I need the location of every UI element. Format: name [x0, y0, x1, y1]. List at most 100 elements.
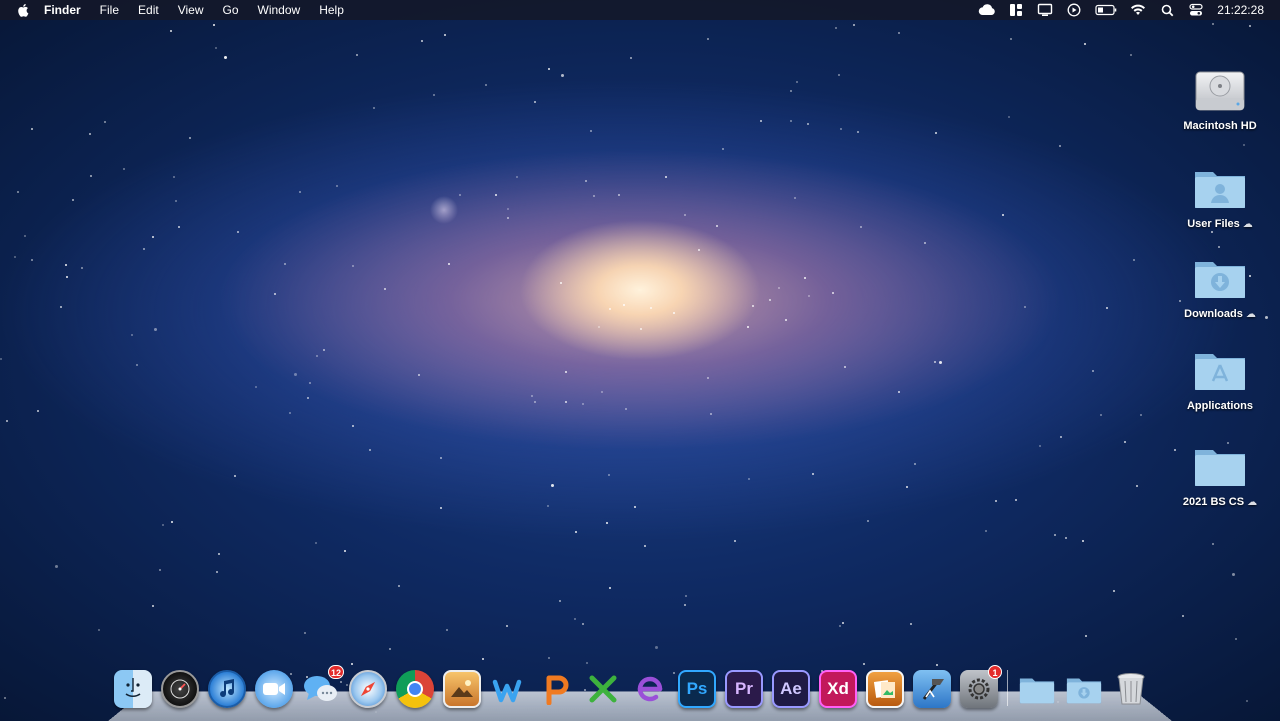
- dock-item-dashboard[interactable]: [159, 668, 201, 710]
- menu-bar: Finder File Edit View Go Window Help 21:…: [0, 0, 1280, 20]
- star: [440, 507, 442, 509]
- star: [66, 276, 68, 278]
- star: [582, 623, 584, 625]
- menu-file[interactable]: File: [100, 0, 119, 20]
- star: [1113, 590, 1115, 592]
- star: [835, 27, 837, 29]
- dock-item-adobe-xd[interactable]: Xd: [817, 668, 859, 710]
- desktop-icon-downloads[interactable]: Downloads ☁: [1160, 254, 1280, 320]
- star: [6, 420, 8, 422]
- star: [0, 358, 2, 360]
- star: [323, 349, 325, 351]
- icloud-icon[interactable]: [978, 3, 996, 17]
- display-icon[interactable]: [1036, 3, 1054, 17]
- play-icon[interactable]: [1065, 3, 1083, 17]
- menu-app-finder[interactable]: Finder: [44, 0, 81, 20]
- star: [299, 191, 301, 193]
- star: [507, 208, 509, 210]
- star: [1218, 246, 1220, 248]
- dock-item-messages[interactable]: 12: [300, 665, 344, 710]
- dock-item-itunes[interactable]: [206, 668, 248, 710]
- star: [812, 473, 814, 475]
- star: [574, 618, 576, 620]
- trash-icon: [1112, 670, 1150, 708]
- dock-item-chrome[interactable]: [394, 668, 436, 710]
- desktop-icon-macintosh-hd[interactable]: Macintosh HD: [1160, 66, 1280, 132]
- image-viewer-icon: [866, 670, 904, 708]
- star: [1124, 441, 1126, 443]
- star: [860, 226, 862, 228]
- star: [215, 47, 217, 49]
- desktop-icon-label: Applications: [1186, 400, 1253, 412]
- star: [170, 30, 172, 32]
- menu-edit[interactable]: Edit: [138, 0, 159, 20]
- dock-item-trash[interactable]: [1110, 668, 1152, 710]
- star: [1084, 43, 1086, 45]
- wps-presentation-icon: [537, 670, 575, 708]
- dock-item-documents-stack[interactable]: [1016, 668, 1058, 710]
- star: [389, 648, 391, 650]
- dock-item-preview[interactable]: [441, 668, 483, 710]
- star: [143, 248, 145, 250]
- star: [716, 225, 718, 227]
- star: [575, 531, 577, 533]
- star: [159, 569, 161, 571]
- star: [534, 101, 536, 103]
- star: [17, 191, 19, 193]
- dock-item-wps-writer[interactable]: [488, 668, 530, 710]
- control-center-icon[interactable]: [1187, 3, 1205, 17]
- star: [934, 361, 936, 363]
- desktop-icon-user-files[interactable]: User Files ☁: [1160, 164, 1280, 230]
- battery-icon[interactable]: [1094, 3, 1118, 17]
- menu-go[interactable]: Go: [223, 0, 239, 20]
- layout-icon[interactable]: [1007, 3, 1025, 17]
- dock-item-photoshop[interactable]: Ps: [676, 668, 718, 710]
- dock-item-xcode[interactable]: [911, 668, 953, 710]
- star: [356, 54, 358, 56]
- dock-item-facetime[interactable]: [253, 668, 295, 710]
- dock-item-premiere-pro[interactable]: Pr: [723, 668, 765, 710]
- star: [1059, 145, 1061, 147]
- star: [684, 604, 686, 606]
- star: [807, 123, 809, 125]
- wifi-icon[interactable]: [1129, 3, 1147, 17]
- star: [189, 137, 191, 139]
- search-icon[interactable]: [1158, 3, 1176, 17]
- menubar-clock[interactable]: 21:22:28: [1217, 3, 1264, 17]
- dock-item-wps-spreadsheets[interactable]: [582, 668, 624, 710]
- star: [398, 585, 400, 587]
- star: [685, 595, 687, 597]
- dock-item-image-viewer[interactable]: [864, 668, 906, 710]
- star: [1212, 543, 1214, 545]
- dock-item-after-effects[interactable]: Ae: [770, 668, 812, 710]
- desktop-icon-2021-bs-cs[interactable]: 2021 BS CS ☁: [1160, 442, 1280, 508]
- star: [1249, 25, 1251, 27]
- star: [152, 605, 154, 607]
- star: [832, 292, 834, 294]
- dock-item-wps-presentation[interactable]: [535, 668, 577, 710]
- star: [1106, 307, 1108, 309]
- star: [14, 256, 16, 258]
- star: [804, 277, 806, 279]
- menu-window[interactable]: Window: [258, 0, 301, 20]
- dock-item-system-preferences[interactable]: 1: [958, 665, 1002, 710]
- star: [985, 530, 987, 532]
- menu-help[interactable]: Help: [319, 0, 344, 20]
- dock-item-wps-pdf[interactable]: [629, 668, 671, 710]
- desktop-icon-applications[interactable]: Applications: [1160, 346, 1280, 412]
- badge-count: 1: [988, 665, 1002, 679]
- star: [90, 175, 92, 177]
- menu-view[interactable]: View: [178, 0, 204, 20]
- dock-item-safari[interactable]: [347, 668, 389, 710]
- star: [31, 128, 33, 130]
- star: [131, 334, 133, 336]
- star: [867, 520, 869, 522]
- dock-item-finder[interactable]: [112, 668, 154, 710]
- dock-item-downloads-stack[interactable]: [1063, 668, 1105, 710]
- star: [309, 382, 311, 384]
- star: [640, 328, 642, 330]
- star: [162, 524, 164, 526]
- star: [495, 194, 497, 196]
- star: [707, 38, 709, 40]
- apple-logo-icon[interactable]: [16, 3, 30, 17]
